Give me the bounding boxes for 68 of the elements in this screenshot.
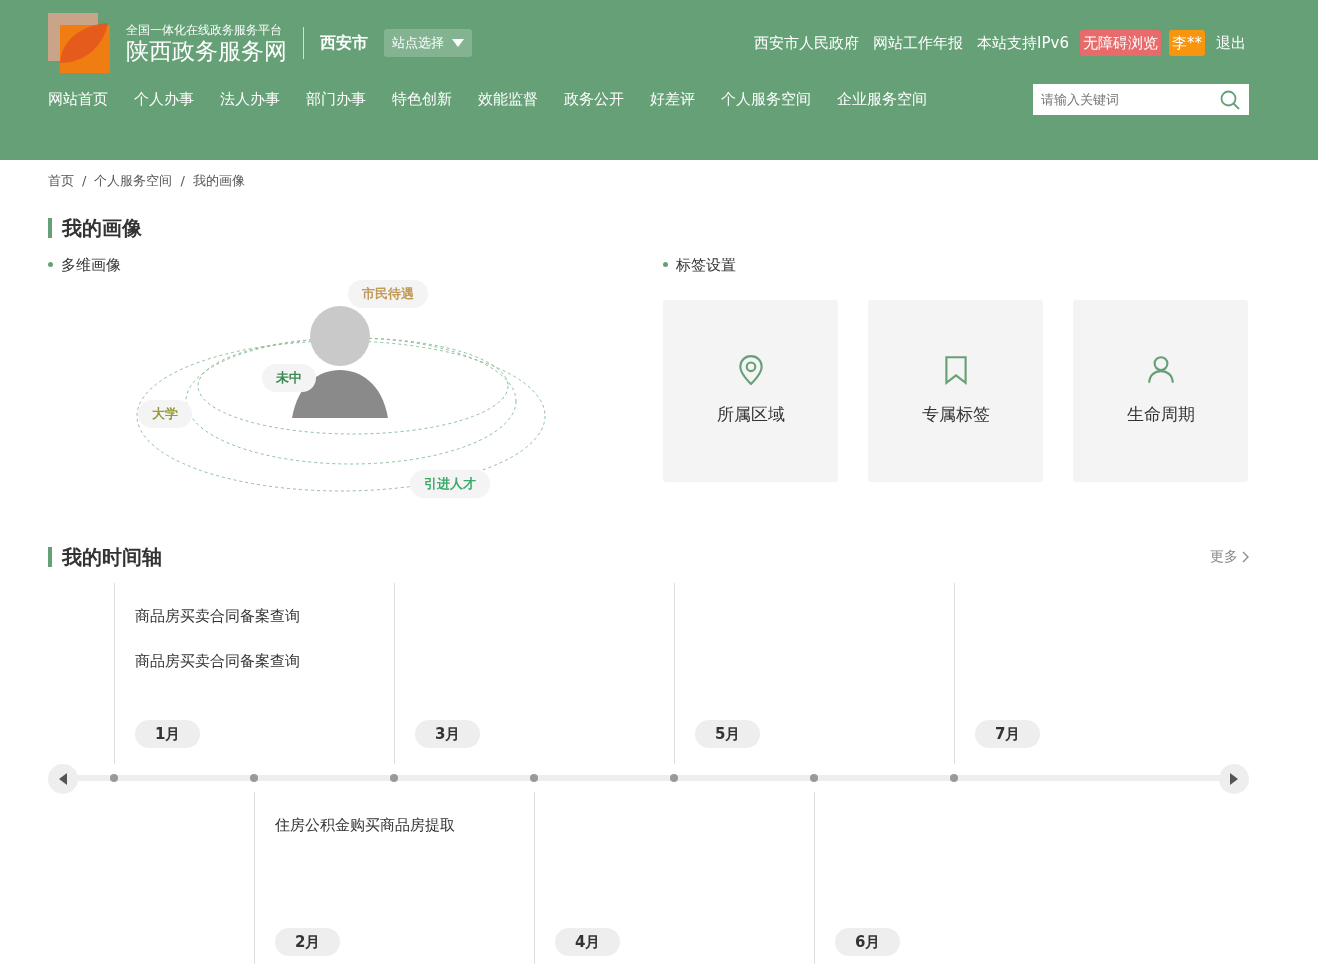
- profile-tag: 大学: [138, 400, 192, 428]
- card-label: 专属标签: [921, 403, 990, 427]
- profile-tag: 引进人才: [410, 470, 490, 498]
- timeline-dot: [250, 774, 258, 782]
- chevron-right-icon: [1242, 550, 1249, 563]
- platform-name: 全国一体化在线政务服务平台: [126, 22, 283, 40]
- bullet-dot: [663, 262, 668, 268]
- timeline-event[interactable]: 商品房买卖合同备案查询: [135, 649, 394, 672]
- header-link[interactable]: 网站工作年报: [870, 29, 967, 57]
- timeline-dot: [390, 774, 398, 782]
- tag-setting-card[interactable]: 生命周期: [1073, 300, 1248, 482]
- timeline-dot: [950, 774, 958, 782]
- timeline-event[interactable]: 商品房买卖合同备案查询: [135, 605, 394, 628]
- month-label: 3月: [415, 719, 481, 748]
- breadcrumb-link[interactable]: 首页: [48, 171, 74, 191]
- tag-setting-card[interactable]: 专属标签: [868, 300, 1043, 482]
- nav-link[interactable]: 部门办事: [306, 88, 366, 111]
- search-field[interactable]: 请输入关键词: [1033, 84, 1249, 115]
- card-label: 所属区域: [716, 403, 785, 427]
- site-select-button[interactable]: 站点选择: [384, 29, 472, 57]
- profile-tag: 未中: [262, 364, 316, 392]
- timeline-dot: [670, 774, 678, 782]
- header-link[interactable]: 退出: [1213, 29, 1249, 57]
- site-name[interactable]: 陕西政务服务网: [126, 39, 287, 65]
- bullet-dot: [48, 262, 53, 268]
- nav-link[interactable]: 政务公开: [564, 88, 624, 111]
- caret-icon: [452, 39, 464, 47]
- breadcrumb-separator: /: [82, 172, 87, 190]
- timeline-event[interactable]: 住房公积金购买商品房提取: [275, 814, 534, 837]
- previous-button[interactable]: [48, 764, 78, 794]
- nav-link[interactable]: 效能监督: [478, 88, 538, 111]
- profile-tag: 市民待遇: [348, 280, 428, 308]
- nav-link[interactable]: 企业服务空间: [837, 88, 927, 111]
- section-title: 我的画像: [48, 217, 1249, 238]
- more-link[interactable]: 更多: [1210, 546, 1249, 567]
- timeline-dot: [530, 774, 538, 782]
- month-label: 4月: [555, 927, 621, 956]
- search-icon[interactable]: [1220, 90, 1240, 110]
- nav-link[interactable]: 好差评: [650, 88, 695, 111]
- logo-icon: [48, 13, 110, 73]
- accessibility-link[interactable]: 无障碍浏览: [1080, 29, 1161, 57]
- timeline-dot: [810, 774, 818, 782]
- nav-link[interactable]: 个人办事: [134, 88, 194, 111]
- breadcrumb-current[interactable]: 我的画像: [192, 171, 245, 191]
- nav-link[interactable]: 法人办事: [220, 88, 280, 111]
- nav-link[interactable]: 个人服务空间: [721, 88, 811, 111]
- city-name: 西安市: [320, 32, 368, 54]
- breadcrumb-link[interactable]: 个人服务空间: [94, 171, 173, 191]
- section-title: 我的时间轴: [48, 546, 162, 567]
- card-label: 生命周期: [1126, 403, 1195, 427]
- timeline-dot: [110, 774, 118, 782]
- month-label: 7月: [975, 719, 1041, 748]
- month-label: 5月: [695, 719, 761, 748]
- user-name-link[interactable]: 李**: [1169, 29, 1205, 57]
- tag-setting-card[interactable]: 所属区域: [663, 300, 838, 482]
- next-button[interactable]: [1219, 764, 1249, 794]
- subsection-title: 标签设置: [676, 254, 736, 276]
- right-triangle-icon: [1230, 773, 1238, 785]
- breadcrumb-separator: /: [180, 172, 185, 190]
- month-label: 1月: [135, 719, 201, 748]
- subsection-title: 多维画像: [61, 254, 121, 276]
- nav-link[interactable]: 特色创新: [392, 88, 452, 111]
- month-label: 2月: [275, 927, 341, 956]
- month-label: 6月: [835, 927, 901, 956]
- header-link[interactable]: 西安市人民政府: [751, 29, 863, 57]
- nav-link[interactable]: 网站首页: [48, 88, 108, 111]
- left-triangle-icon: [59, 773, 67, 785]
- header-link[interactable]: 本站支持IPv6: [974, 29, 1072, 57]
